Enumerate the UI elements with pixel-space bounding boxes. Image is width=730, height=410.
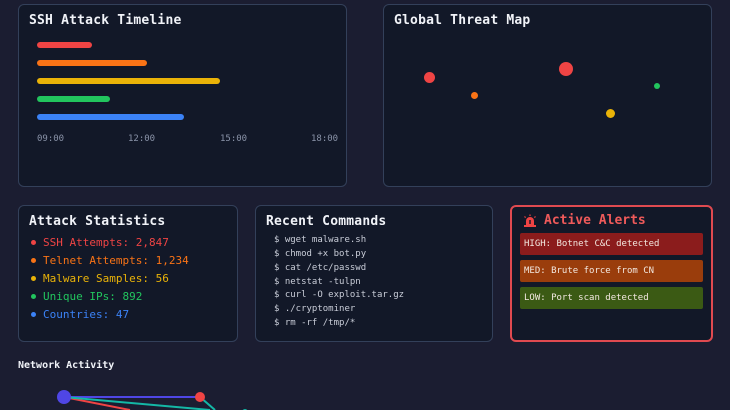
stat-item: Malware Samples: 56 — [31, 272, 169, 285]
command-line: $ wget malware.sh — [274, 235, 367, 245]
ssh-attack-timeline-title: SSH Attack Timeline — [29, 13, 182, 28]
timeline-tick: 18:00 — [311, 134, 339, 144]
timeline-bar — [37, 60, 147, 66]
bullet-icon — [31, 312, 36, 317]
alert-high[interactable]: HIGH: Botnet C&C detected — [520, 233, 703, 255]
threat-point[interactable] — [471, 92, 478, 99]
stat-item: Countries: 47 — [31, 308, 129, 321]
network-node — [195, 392, 205, 402]
stat-label: SSH Attempts: 2,847 — [43, 236, 169, 249]
command-line: $ rm -rf /tmp/* — [274, 318, 356, 328]
network-activity-graph — [57, 390, 248, 410]
active-alerts-title: Active Alerts — [544, 213, 646, 228]
ssh-attack-timeline-panel: SSH Attack Timeline 09:00 12:00 15:00 18… — [18, 4, 347, 187]
threat-point[interactable] — [424, 72, 435, 83]
network-activity-title: Network Activity — [18, 360, 115, 371]
alert-medium[interactable]: MED: Brute force from CN — [520, 260, 703, 282]
stat-label: Telnet Attempts: 1,234 — [43, 254, 189, 267]
active-alerts-header: Active Alerts — [523, 213, 646, 228]
stat-item: Telnet Attempts: 1,234 — [31, 254, 189, 267]
timeline-bar — [37, 114, 184, 120]
command-line: $ curl -O exploit.tar.gz — [274, 290, 405, 300]
global-threat-map-title: Global Threat Map — [394, 13, 531, 28]
command-line: $ ./cryptominer — [274, 304, 356, 314]
threat-point[interactable] — [559, 62, 573, 76]
threat-point[interactable] — [654, 83, 660, 89]
timeline-tick: 15:00 — [220, 134, 248, 144]
alert-low[interactable]: LOW: Port scan detected — [520, 287, 703, 309]
stat-label: Malware Samples: 56 — [43, 272, 169, 285]
attack-statistics-panel: Attack Statistics SSH Attempts: 2,847 Te… — [18, 205, 238, 342]
bullet-icon — [31, 240, 36, 245]
siren-icon — [524, 214, 536, 227]
timeline-tick: 12:00 — [128, 134, 156, 144]
stat-item: Unique IPs: 892 — [31, 290, 142, 303]
threat-point[interactable] — [606, 109, 615, 118]
timeline-bar — [37, 78, 220, 84]
timeline-bar — [37, 42, 92, 48]
network-link — [63, 396, 211, 410]
stat-label: Countries: 47 — [43, 308, 130, 321]
bullet-icon — [31, 276, 36, 281]
bullet-icon — [31, 294, 36, 299]
bullet-icon — [31, 258, 36, 263]
stat-item: SSH Attempts: 2,847 — [31, 236, 169, 249]
timeline-tick: 09:00 — [37, 134, 65, 144]
global-threat-map-panel: Global Threat Map — [383, 4, 712, 187]
command-line: $ chmod +x bot.py — [274, 249, 367, 259]
timeline-bar — [37, 96, 110, 102]
command-line: $ netstat -tulpn — [274, 277, 361, 287]
command-line: $ cat /etc/passwd — [274, 263, 367, 273]
active-alerts-panel: Active Alerts HIGH: Botnet C&C detected … — [510, 205, 713, 342]
attack-statistics-title: Attack Statistics — [29, 214, 166, 229]
stat-label: Unique IPs: 892 — [43, 290, 143, 303]
network-node — [57, 390, 71, 404]
recent-commands-panel: Recent Commands $ wget malware.sh $ chmo… — [255, 205, 493, 342]
recent-commands-title: Recent Commands — [266, 214, 387, 229]
